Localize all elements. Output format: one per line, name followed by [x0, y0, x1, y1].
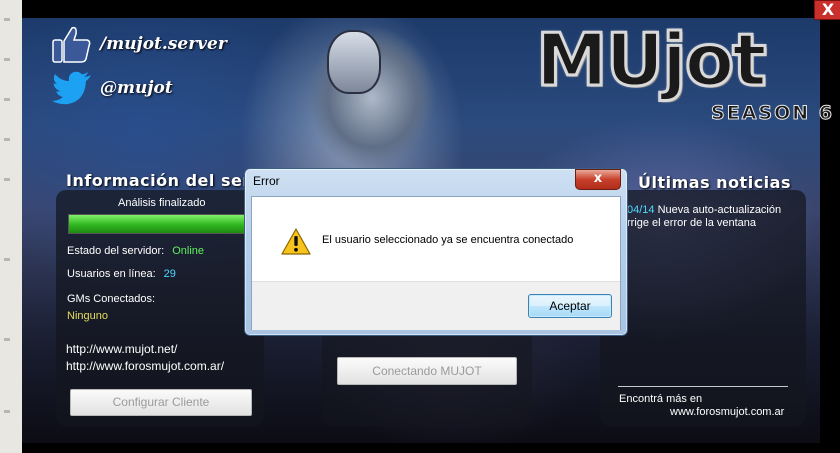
- gms-connected-value: Ninguno: [67, 310, 108, 322]
- desktop-tick: [4, 258, 10, 261]
- warning-icon: [281, 228, 311, 255]
- desktop-tick: [4, 18, 10, 21]
- dialog-body: El usuario seleccionado ya se encuentra …: [251, 196, 621, 330]
- dialog-message: El usuario seleccionado ya se encuentra …: [322, 234, 574, 246]
- news-item[interactable]: 04/14 Nueva auto-actualización rrige el …: [627, 204, 797, 230]
- gms-connected-label: GMs Conectados:: [67, 293, 156, 305]
- desktop-tick: [4, 138, 10, 141]
- knight-helmet: [327, 30, 381, 94]
- news-title: Últimas noticias: [638, 173, 791, 192]
- dialog-button-area: Aceptar: [252, 281, 620, 330]
- logo-wordmark: MUjot: [535, 18, 769, 102]
- configure-client-button[interactable]: Configurar Cliente: [70, 389, 252, 416]
- accept-button[interactable]: Aceptar: [528, 294, 612, 318]
- server-status-row: Estado del servidor: Online: [67, 245, 204, 257]
- error-dialog: Error x El usuario seleccionado ya se en…: [244, 168, 628, 336]
- users-online-label: Usuarios en línea:: [67, 268, 156, 280]
- facebook-handle: /mujot.server: [100, 34, 227, 54]
- desktop-background: [0, 0, 22, 453]
- news-item-date: 04/14: [627, 204, 655, 216]
- progress-fill: [69, 215, 249, 233]
- desktop-tick: [4, 98, 10, 101]
- dialog-close-button[interactable]: x: [575, 169, 621, 190]
- facebook-like-icon: [52, 26, 91, 63]
- news-forum-link[interactable]: www.forosmujot.com.ar: [670, 406, 784, 418]
- twitter-link[interactable]: @mujot: [52, 71, 173, 105]
- logo-season: SEASON 6: [711, 102, 834, 125]
- twitter-bird-icon: [52, 71, 91, 105]
- news-more-label: Encontrá más en: [619, 393, 703, 405]
- users-online-row: Usuarios en línea: 29: [67, 268, 176, 280]
- news-divider: [618, 386, 788, 387]
- facebook-link[interactable]: /mujot.server: [52, 24, 227, 64]
- server-status-label: Estado del servidor:: [67, 245, 165, 257]
- desktop-tick: [4, 338, 10, 341]
- dialog-message-area: El usuario seleccionado ya se encuentra …: [252, 197, 620, 281]
- server-status-value: Online: [172, 245, 205, 257]
- mujot-logo: MUjot SEASON 6: [530, 10, 840, 125]
- dialog-title: Error: [253, 174, 280, 188]
- connect-button[interactable]: Conectando MUJOT: [337, 357, 517, 385]
- forum-link[interactable]: http://www.forosmujot.com.ar/: [66, 359, 224, 373]
- twitter-handle: @mujot: [100, 78, 173, 98]
- website-link[interactable]: http://www.mujot.net/: [66, 342, 177, 356]
- news-item-line1: Nueva auto-actualización: [657, 204, 782, 216]
- users-online-value: 29: [163, 268, 176, 280]
- update-progress-bar: [68, 214, 250, 234]
- news-item-line2: rrige el error de la ventana: [627, 217, 757, 229]
- desktop-tick: [4, 58, 10, 61]
- desktop-tick: [4, 410, 10, 413]
- analysis-status-label: Análisis finalizado: [118, 197, 206, 209]
- desktop-tick: [4, 178, 10, 181]
